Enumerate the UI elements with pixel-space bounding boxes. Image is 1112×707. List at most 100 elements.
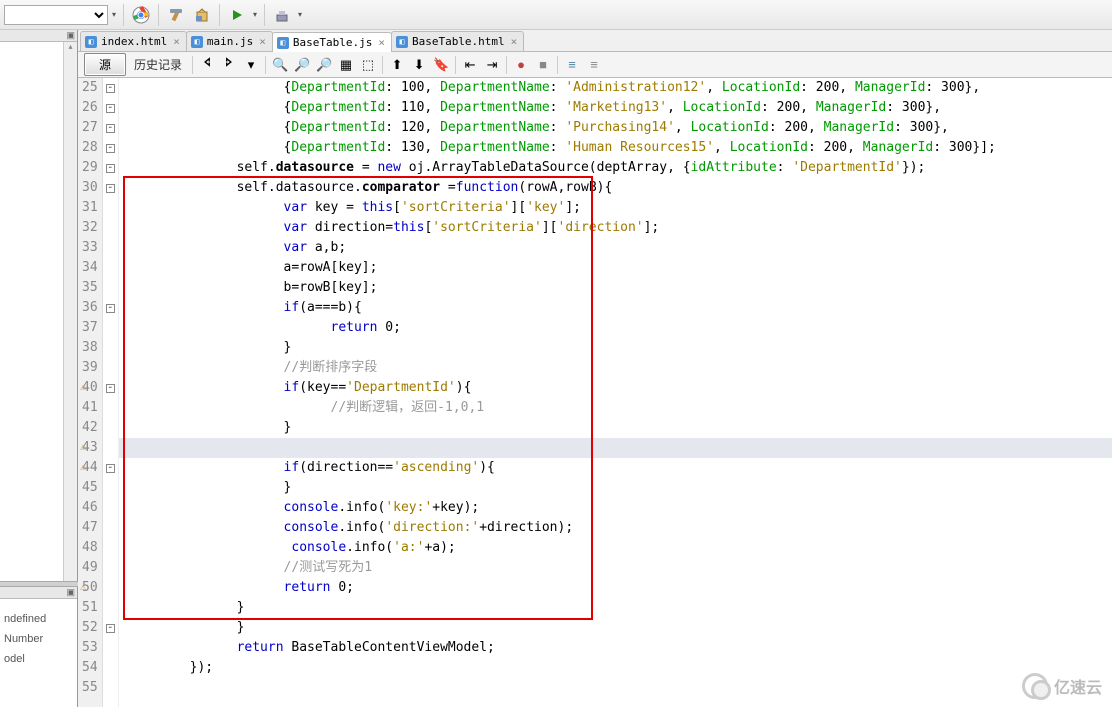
find-icon[interactable]: 🔍 [270, 55, 290, 75]
separator [265, 56, 266, 74]
build-icon[interactable] [164, 3, 188, 27]
editor-tab[interactable]: ◧BaseTable.js× [272, 32, 392, 52]
code-line[interactable]: var key = this['sortCriteria']['key']; [123, 198, 1112, 218]
fold-toggle-icon[interactable]: - [106, 184, 115, 193]
nav-fwd-icon[interactable]: 🢖 [219, 55, 239, 75]
uncomment-icon[interactable]: ≡ [584, 55, 604, 75]
separator [506, 56, 507, 74]
editor-tab-bar: ◧index.html×◧main.js×◧BaseTable.js×◧Base… [78, 30, 1112, 52]
config-combo[interactable] [4, 5, 108, 25]
code-line[interactable]: } [123, 478, 1112, 498]
main-toolbar: ▾ ▾ ▾ [0, 0, 1112, 30]
fold-toggle-icon[interactable]: - [106, 104, 115, 113]
next-bookmark-icon[interactable]: ⬇ [409, 55, 429, 75]
macro-record-icon[interactable]: ● [511, 55, 531, 75]
code-line[interactable]: self.datasource = new oj.ArrayTableDataS… [123, 158, 1112, 178]
comment-icon[interactable]: ≡ [562, 55, 582, 75]
highlight-icon[interactable]: ▦ [336, 55, 356, 75]
code-line[interactable]: console.info('a:'+a); [123, 538, 1112, 558]
code-line[interactable]: console.info('direction:'+direction); [123, 518, 1112, 538]
tab-label: index.html [101, 35, 167, 48]
shift-left-icon[interactable]: ⇤ [460, 55, 480, 75]
code-line[interactable]: a=rowA[key]; [123, 258, 1112, 278]
code-line[interactable]: var direction=this['sortCriteria']['dire… [123, 218, 1112, 238]
line-gutter: 2526272829303132333435363738394041424344… [78, 78, 103, 707]
code-line[interactable]: {DepartmentId: 130, DepartmentName: 'Hum… [123, 138, 1112, 158]
code-line[interactable]: } [123, 418, 1112, 438]
fold-toggle-icon[interactable]: - [106, 304, 115, 313]
fold-toggle-icon[interactable]: - [106, 624, 115, 633]
file-icon: ◧ [396, 36, 408, 48]
code-line[interactable]: if(key=='DepartmentId'){ [123, 378, 1112, 398]
collapse-icon[interactable]: ▣ [0, 30, 77, 42]
history-tab[interactable]: 历史记录 [128, 56, 188, 73]
code-line[interactable]: {DepartmentId: 100, DepartmentName: 'Adm… [123, 78, 1112, 98]
fold-toggle-icon[interactable]: - [106, 144, 115, 153]
editor-tab[interactable]: ◧main.js× [186, 31, 273, 51]
navigator-members-panel: ▣ ndefined Number odel [0, 587, 78, 707]
find-prev-icon[interactable]: 🔎 [292, 55, 312, 75]
close-icon[interactable]: × [509, 35, 520, 48]
code-line[interactable]: }); [123, 658, 1112, 678]
code-line[interactable]: console.info('key:'+key); [123, 498, 1112, 518]
separator [455, 56, 456, 74]
combo-arrow-icon[interactable]: ▾ [110, 3, 118, 27]
code-line[interactable]: if(direction=='ascending'){ [123, 458, 1112, 478]
tab-label: main.js [207, 35, 253, 48]
fold-toggle-icon[interactable]: - [106, 464, 115, 473]
macro-stop-icon[interactable]: ■ [533, 55, 553, 75]
fold-toggle-icon[interactable]: - [106, 384, 115, 393]
run-dropdown-icon[interactable]: ▾ [251, 3, 259, 27]
close-icon[interactable]: × [171, 35, 182, 48]
shift-right-icon[interactable]: ⇥ [482, 55, 502, 75]
run-icon[interactable] [225, 3, 249, 27]
nav-back-icon[interactable]: 🢔 [197, 55, 217, 75]
source-view-button[interactable]: 源 [84, 53, 126, 76]
code-line[interactable]: {DepartmentId: 110, DepartmentName: 'Mar… [123, 98, 1112, 118]
code-line[interactable]: //判断逻辑，返回-1,0,1 [123, 398, 1112, 418]
nav-member[interactable]: odel [4, 645, 73, 665]
collapse-icon[interactable]: ▣ [0, 587, 77, 599]
separator [123, 4, 124, 26]
deploy-icon[interactable] [270, 3, 294, 27]
left-sidebar: ▣ ▴ ▣ ndefined Number odel [0, 30, 78, 707]
code-content[interactable]: {DepartmentId: 100, DepartmentName: 'Adm… [119, 78, 1112, 707]
fold-toggle-icon[interactable]: - [106, 164, 115, 173]
deploy-dropdown-icon[interactable]: ▾ [296, 3, 304, 27]
nav-member[interactable]: Number [4, 625, 73, 645]
code-line[interactable]: var a,b; [123, 238, 1112, 258]
separator [219, 4, 220, 26]
code-line[interactable]: return 0; [123, 318, 1112, 338]
tab-label: BaseTable.html [412, 35, 505, 48]
code-line[interactable]: self.datasource.comparator =function(row… [123, 178, 1112, 198]
code-line[interactable]: return BaseTableContentViewModel; [123, 638, 1112, 658]
code-editor[interactable]: 2526272829303132333435363738394041424344… [78, 78, 1112, 707]
code-line[interactable]: //判断排序字段 [123, 358, 1112, 378]
separator [264, 4, 265, 26]
clean-build-icon[interactable] [190, 3, 214, 27]
code-line[interactable]: //测试写死为1 [123, 558, 1112, 578]
dropdown-icon[interactable]: ▾ [241, 55, 261, 75]
fold-toggle-icon[interactable]: - [106, 84, 115, 93]
code-line[interactable]: } [123, 338, 1112, 358]
select-icon[interactable]: ⬚ [358, 55, 378, 75]
watermark-text: 亿速云 [1054, 674, 1102, 698]
fold-toggle-icon[interactable]: - [106, 124, 115, 133]
scrollbar[interactable]: ▴ [63, 42, 77, 581]
code-line[interactable] [123, 678, 1112, 698]
toggle-bookmark-icon[interactable]: 🔖 [431, 55, 451, 75]
editor-tab[interactable]: ◧ BaseTable.html × [391, 31, 524, 51]
prev-bookmark-icon[interactable]: ⬆ [387, 55, 407, 75]
code-line[interactable]: } [123, 618, 1112, 638]
close-icon[interactable]: × [257, 35, 268, 48]
code-line[interactable]: } [123, 598, 1112, 618]
code-line[interactable]: b=rowB[key]; [123, 278, 1112, 298]
code-line[interactable]: if(a===b){ [123, 298, 1112, 318]
close-icon[interactable]: × [376, 36, 387, 49]
chrome-icon[interactable] [129, 3, 153, 27]
code-line[interactable]: return 0; [123, 578, 1112, 598]
code-line[interactable]: {DepartmentId: 120, DepartmentName: 'Pur… [123, 118, 1112, 138]
find-next-icon[interactable]: 🔎 [314, 55, 334, 75]
editor-tab[interactable]: ◧index.html× [80, 31, 187, 51]
nav-member[interactable]: ndefined [4, 605, 73, 625]
